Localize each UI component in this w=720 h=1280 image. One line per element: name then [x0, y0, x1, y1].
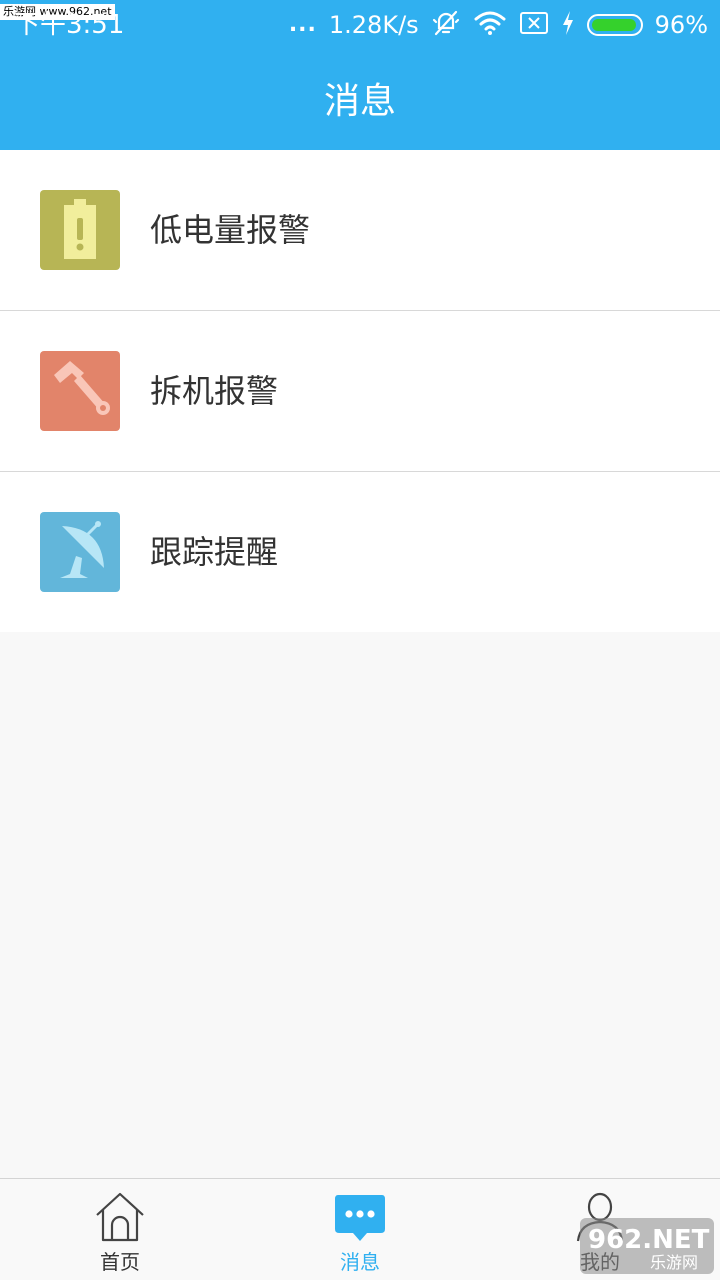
home-icon: [94, 1191, 146, 1243]
battery-icon: [586, 14, 643, 36]
status-time: 下午3:51: [14, 10, 125, 40]
page-title: 消息: [323, 81, 396, 122]
low-battery-icon: [40, 190, 120, 270]
list-item-teardown-alarm[interactable]: 拆机报警: [0, 311, 720, 471]
watermark-logo-subtext: 乐游网: [650, 1253, 698, 1272]
list-item-tracking-reminder[interactable]: 跟踪提醒: [0, 472, 720, 632]
watermark-logo: 962.NET 乐游网: [580, 1218, 714, 1274]
message-list: 低电量报警 拆机报警 跟踪提醒: [0, 150, 720, 632]
list-item-label: 低电量报警: [150, 211, 311, 249]
tab-messages[interactable]: 消息: [240, 1179, 480, 1280]
message-bubble-icon: [334, 1191, 386, 1243]
tab-label: 消息: [340, 1250, 380, 1274]
app-header: 乐游网 www.962.net 下午3:51 ... 1.28K/s 96% 消…: [0, 0, 720, 150]
no-sim-icon: [519, 11, 549, 39]
battery-percent: 96%: [654, 11, 708, 39]
mute-vibrate-icon: [431, 8, 461, 42]
tab-home[interactable]: 首页: [0, 1179, 240, 1280]
list-item-label: 跟踪提醒: [150, 533, 279, 571]
tab-label: 首页: [100, 1250, 140, 1274]
battery-level-fill: [591, 19, 636, 31]
list-item-low-battery-alarm[interactable]: 低电量报警: [0, 150, 720, 310]
status-icons: ... 1.28K/s 96%: [289, 8, 708, 42]
watermark-logo-text: 962.NET: [588, 1225, 710, 1255]
more-dots: ...: [288, 12, 317, 37]
satellite-dish-icon: [40, 512, 120, 592]
bottom-tab-bar: 首页 消息 我的 962.NET 乐游网: [0, 1178, 720, 1280]
status-bar: 乐游网 www.962.net 下午3:51 ... 1.28K/s 96%: [0, 0, 720, 52]
wifi-icon: [473, 9, 507, 41]
charging-icon: [561, 10, 575, 40]
list-item-label: 拆机报警: [150, 372, 279, 410]
hammer-wrench-icon: [40, 351, 120, 431]
network-speed: 1.28K/s: [328, 11, 419, 39]
